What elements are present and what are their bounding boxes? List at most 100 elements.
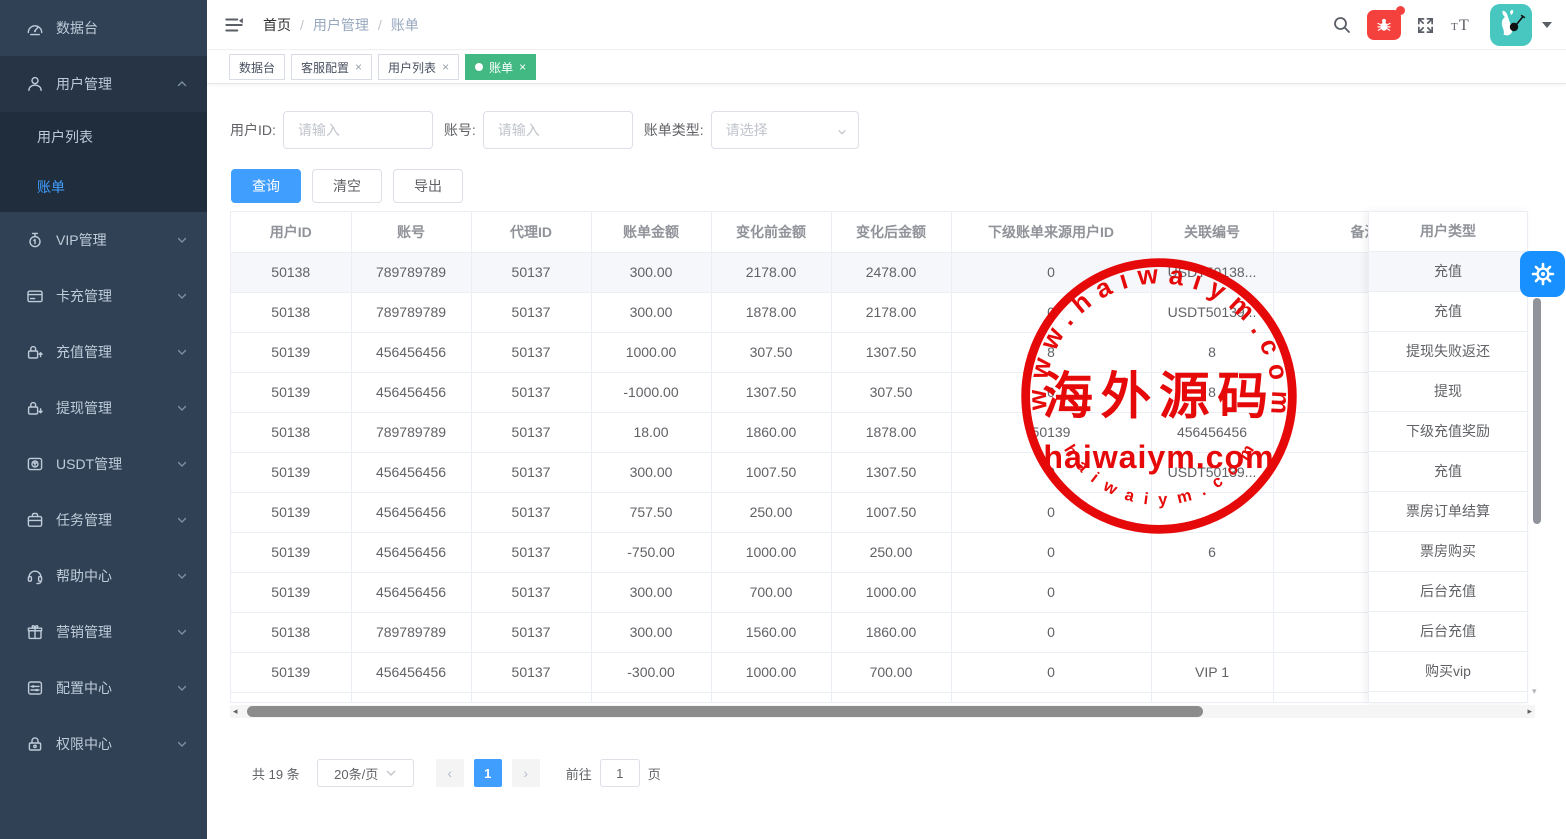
breadcrumb: 首页/用户管理/账单 [263, 15, 419, 35]
table-cell: 50139 [231, 572, 351, 612]
table-row[interactable]: 5013945645645650137757.50250.001007.500 [231, 492, 1528, 532]
table-row[interactable]: 5013878978978950137300.001878.002178.000… [231, 292, 1528, 332]
horizontal-scrollbar[interactable]: ◂ ▸ [230, 705, 1535, 718]
export-button[interactable]: 导出 [393, 169, 463, 203]
sidebar-item-marketing-management[interactable]: 营销管理 [0, 604, 207, 660]
sidebar-item-help-center[interactable]: 帮助中心 [0, 548, 207, 604]
table-cell: 307.50 [831, 372, 951, 412]
tab-账单[interactable]: 账单× [465, 54, 536, 80]
breadcrumb-item[interactable]: 首页 [263, 17, 291, 33]
chevron-down-icon [175, 345, 189, 359]
sidebar-item-recharge-management[interactable]: 充值管理 [0, 324, 207, 380]
table-cell: 1000.00 [831, 572, 951, 612]
sidebar-item-label: 营销管理 [56, 622, 175, 642]
table-row[interactable]: 501387897897895013718.001860.001878.0050… [231, 412, 1528, 452]
chevron-down-icon[interactable] [1542, 22, 1552, 28]
sidebar-subitem-bills[interactable]: 账单 [0, 162, 207, 212]
clear-button[interactable]: 清空 [312, 169, 382, 203]
scroll-down-arrow-icon[interactable]: ▾ [1532, 686, 1537, 697]
search-icon[interactable] [1332, 15, 1352, 35]
tab-close-icon[interactable]: × [355, 61, 362, 73]
account-input[interactable] [483, 111, 633, 149]
sidebar-item-user-management[interactable]: 用户管理 [0, 56, 207, 112]
table-row[interactable]: 5013945645645650137-300.001000.00700.000… [231, 652, 1528, 692]
prev-page-button[interactable]: ‹ [436, 759, 464, 787]
table-row[interactable]: 5013945645645650137-1000.001307.50307.50… [231, 372, 1528, 412]
scroll-right-arrow-icon[interactable]: ▸ [1527, 705, 1532, 718]
goto-page-input[interactable] [600, 759, 640, 787]
tab-数据台[interactable]: 数据台 [229, 54, 285, 80]
settings-gear-button[interactable] [1520, 251, 1565, 297]
sidebar-item-vip-management[interactable]: VIP管理 [0, 212, 207, 268]
current-page-button[interactable]: 1 [474, 759, 502, 787]
table-cell: -750.00 [591, 532, 711, 572]
tab-close-icon[interactable]: × [442, 61, 449, 73]
sidebar-item-card-recharge-management[interactable]: 卡充管理 [0, 268, 207, 324]
table-row[interactable]: 5013878978978950137300.002178.002478.000… [231, 252, 1528, 292]
sidebar-item-withdraw-management[interactable]: 提现管理 [0, 380, 207, 436]
chevron-down-icon [175, 625, 189, 639]
tab-close-icon[interactable]: × [519, 61, 526, 73]
table-row[interactable]: 5013878978978950137300.001560.001860.000 [231, 612, 1528, 652]
chevron-down-icon [175, 569, 189, 583]
vip-icon [26, 231, 44, 249]
breadcrumb-item[interactable]: 用户管理 [313, 17, 369, 33]
search-button[interactable]: 查询 [231, 169, 301, 203]
table-cell: USDT50139... [1151, 292, 1273, 332]
table-cell: 50137 [471, 652, 591, 692]
tab-用户列表[interactable]: 用户列表× [378, 54, 459, 80]
table-row[interactable]: 5013945645645650137300.001007.501307.500… [231, 452, 1528, 492]
sidebar-item-dashboard[interactable]: 数据台 [0, 0, 207, 56]
user-id-input[interactable] [283, 111, 433, 149]
table-row[interactable]: 50139456456456501371000.00307.501307.508… [231, 332, 1528, 372]
table-cell: 300.00 [591, 252, 711, 292]
font-size-icon[interactable]: TT [1450, 15, 1476, 35]
sidebar-item-label: 提现管理 [56, 398, 175, 418]
sidebar-item-permission-center[interactable]: 权限中心 [0, 716, 207, 772]
table-cell: 50138 [231, 412, 351, 452]
tab-客服配置[interactable]: 客服配置× [291, 54, 372, 80]
table-cell-empty [231, 692, 351, 703]
table-cell: 789789789 [351, 412, 471, 452]
table-cell-empty [351, 692, 471, 703]
sidebar-group-recharge-management: 充值管理 [0, 324, 207, 380]
table-row[interactable]: 5013945645645650137-750.001000.00250.000… [231, 532, 1528, 572]
table-cell: 8 [951, 332, 1151, 372]
collapse-sidebar-icon[interactable] [223, 14, 245, 36]
table-row[interactable]: 5013945645645650137300.00700.001000.000 [231, 572, 1528, 612]
table-cell: 1007.50 [831, 492, 951, 532]
vertical-scrollbar-thumb[interactable] [1533, 298, 1541, 524]
filter-label: 账单类型: [644, 120, 704, 140]
table-cell: 50138 [231, 612, 351, 652]
filter-bar: 用户ID:账号:账单类型:请选择 [230, 110, 859, 149]
bill-type-select[interactable]: 请选择 [711, 111, 859, 149]
sidebar-item-usdt-management[interactable]: USDT管理 [0, 436, 207, 492]
sidebar-subitem-user-list[interactable]: 用户列表 [0, 112, 207, 162]
sidebar-group-config-center: 配置中心 [0, 660, 207, 716]
table-cell: -1000.00 [591, 372, 711, 412]
chevron-up-icon [175, 77, 189, 91]
user-type-cell: 票房订单结算 [1369, 492, 1527, 532]
help-icon [26, 567, 44, 585]
user-type-cell: 下级充值奖励 [1369, 412, 1527, 452]
avatar[interactable] [1490, 4, 1532, 46]
sidebar-group-user-management: 用户管理用户列表账单 [0, 56, 207, 212]
table-cell: 1000.00 [591, 332, 711, 372]
bug-report-button[interactable] [1367, 10, 1401, 40]
page-size-select[interactable]: 20条/页 [317, 759, 414, 787]
next-page-button[interactable]: › [512, 759, 540, 787]
sidebar-item-task-management[interactable]: 任务管理 [0, 492, 207, 548]
table-cell: 1878.00 [711, 292, 831, 332]
sidebar-group-withdraw-management: 提现管理 [0, 380, 207, 436]
table-cell: 307.50 [711, 332, 831, 372]
tabbar: 数据台客服配置×用户列表×账单× [207, 51, 1566, 84]
filter-label: 用户ID: [230, 120, 276, 140]
column-header: 变化前金额 [711, 212, 831, 252]
scroll-left-arrow-icon[interactable]: ◂ [233, 705, 238, 718]
fullscreen-icon[interactable] [1416, 16, 1435, 35]
table-cell: 50137 [471, 572, 591, 612]
table-cell: 0 [951, 612, 1151, 652]
sidebar-item-config-center[interactable]: 配置中心 [0, 660, 207, 716]
table-cell: 456456456 [351, 452, 471, 492]
horizontal-scrollbar-thumb[interactable] [247, 706, 1203, 717]
